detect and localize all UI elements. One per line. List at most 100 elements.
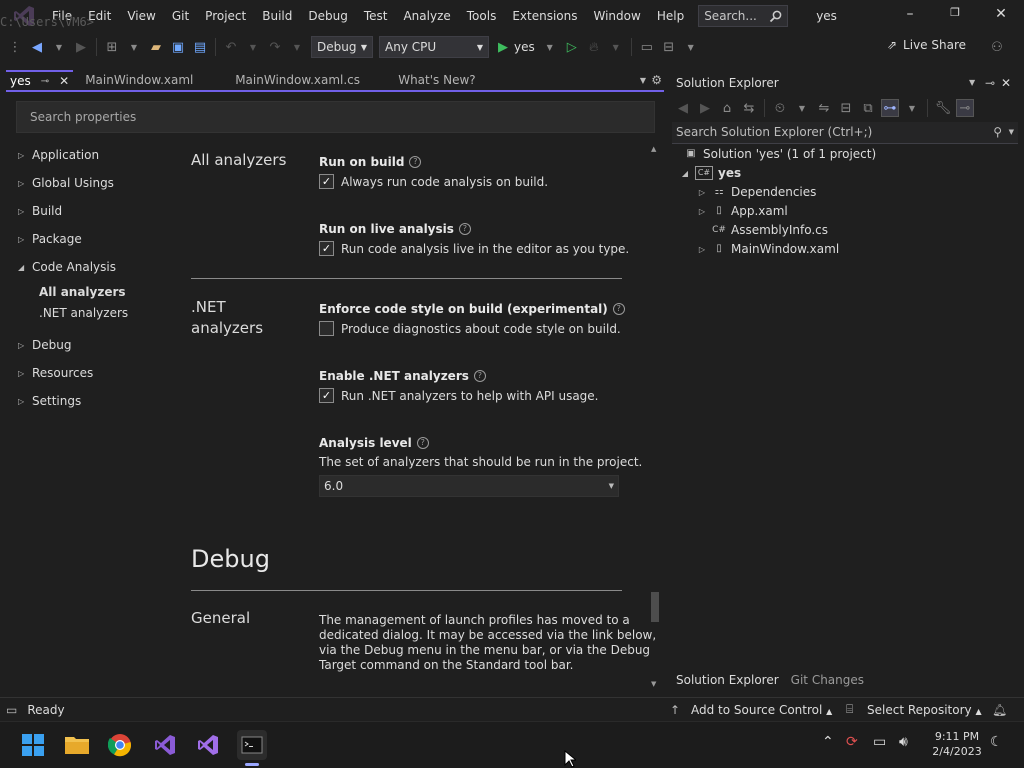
menu-help[interactable]: Help	[649, 9, 692, 23]
start-debugging-icon[interactable]: ▶	[494, 38, 512, 56]
chevron-down-icon[interactable]: ▼	[50, 38, 68, 56]
focus-assist-icon[interactable]: ☾	[990, 734, 1003, 750]
visual-studio-icon[interactable]	[193, 730, 223, 760]
run-on-live-checkbox[interactable]: ✓	[319, 241, 334, 256]
nav-item-global-usings[interactable]: ▷ Global Usings	[18, 176, 114, 190]
help-icon[interactable]: ?	[416, 437, 429, 449]
preview-selected-icon[interactable]: ⊸	[956, 99, 974, 117]
pin-icon[interactable]: ⊸	[985, 76, 995, 90]
nav-item-debug[interactable]: ▷ Debug	[18, 338, 71, 352]
tab-git-changes[interactable]: Git Changes	[785, 670, 870, 690]
menu-debug[interactable]: Debug	[300, 9, 355, 23]
save-icon[interactable]: ▣	[169, 38, 187, 56]
tree-item-dependencies[interactable]: ▷ ⚏ Dependencies	[697, 185, 816, 199]
menu-view[interactable]: View	[119, 9, 163, 23]
clock[interactable]: 9:11 PM 2/4/2023	[930, 729, 984, 759]
scroll-down-icon[interactable]: ▼	[651, 680, 656, 688]
chevron-down-icon[interactable]: ▼	[607, 38, 625, 56]
global-search-box[interactable]: Search...	[698, 5, 789, 27]
hot-reload-icon[interactable]: 🔥︎	[585, 38, 603, 56]
tree-item-app-xaml[interactable]: ▷ ▯ App.xaml	[697, 204, 788, 218]
minimize-icon[interactable]: –	[900, 6, 920, 26]
enforce-style-checkbox-row[interactable]: Produce diagnostics about code style on …	[319, 321, 621, 336]
switch-views-icon[interactable]: ⇆	[740, 99, 758, 117]
run-on-build-checkbox[interactable]: ✓	[319, 174, 334, 189]
chevron-up-icon[interactable]: ⌃	[822, 734, 834, 750]
tree-item-mainwindow-xaml[interactable]: ▷ ▯ MainWindow.xaml	[697, 242, 839, 256]
nav-item-build[interactable]: ▷ Build	[18, 204, 62, 218]
solution-explorer-search-input[interactable]: Search Solution Explorer (Ctrl+;) ⚲ ▼	[672, 122, 1018, 144]
menu-git[interactable]: Git	[164, 9, 197, 23]
visual-studio-icon[interactable]	[150, 730, 180, 760]
run-on-build-checkbox-row[interactable]: ✓ Always run code analysis on build.	[319, 174, 548, 189]
layout-icon[interactable]: ⊟	[660, 38, 678, 56]
browse-folder-icon[interactable]: ▭	[638, 38, 656, 56]
open-folder-icon[interactable]: ▰	[147, 38, 165, 56]
tab-mainwindow-xaml-cs[interactable]: MainWindow.xaml.cs	[223, 70, 386, 90]
tab-mainwindow-xaml[interactable]: MainWindow.xaml	[73, 70, 223, 90]
enable-net-analyzers-checkbox[interactable]: ✓	[319, 388, 334, 403]
nav-sub-net-analyzers[interactable]: .NET analyzers	[39, 306, 128, 320]
nav-item-application[interactable]: ▷ Application	[18, 148, 99, 162]
sync-icon[interactable]: ⇋	[815, 99, 833, 117]
properties-search-input[interactable]: Search properties	[16, 101, 655, 133]
run-target-label[interactable]: yes	[514, 40, 535, 54]
run-on-live-checkbox-row[interactable]: ✓ Run code analysis live in the editor as…	[319, 241, 629, 256]
forward-icon[interactable]: ▶	[72, 38, 90, 56]
chevron-down-icon[interactable]: ▼	[125, 38, 143, 56]
redo-icon[interactable]: ↷	[266, 38, 284, 56]
help-icon[interactable]: ?	[458, 223, 471, 235]
scroll-up-icon[interactable]: ▲	[651, 145, 656, 153]
file-explorer-icon[interactable]	[62, 730, 92, 760]
tree-item-assemblyinfo[interactable]: C# AssemblyInfo.cs	[697, 223, 828, 237]
undo-icon[interactable]: ↶	[222, 38, 240, 56]
chevron-down-icon[interactable]: ▼	[793, 99, 811, 117]
properties-scrollbar[interactable]: ▲ ▼	[651, 145, 659, 688]
forward-icon[interactable]: ▶	[696, 99, 714, 117]
windows-start-icon[interactable]	[18, 730, 48, 760]
collapse-all-icon[interactable]: ⊟	[837, 99, 855, 117]
close-icon[interactable]: ✕	[59, 74, 69, 88]
chevron-down-icon[interactable]: ▼	[969, 78, 975, 87]
scrollbar-thumb[interactable]	[651, 592, 659, 622]
tab-solution-explorer[interactable]: Solution Explorer	[670, 670, 785, 690]
new-project-icon[interactable]: ⊞	[103, 38, 121, 56]
home-icon[interactable]: ⌂	[718, 99, 736, 117]
nav-item-settings[interactable]: ▷ Settings	[18, 394, 81, 408]
menu-tools[interactable]: Tools	[459, 9, 505, 23]
help-icon[interactable]: ?	[612, 303, 625, 315]
menu-analyze[interactable]: Analyze	[395, 9, 458, 23]
volume-icon[interactable]: 🔊︎	[899, 734, 908, 750]
menu-extensions[interactable]: Extensions	[504, 9, 585, 23]
help-icon[interactable]: ?	[473, 370, 486, 382]
enforce-style-checkbox[interactable]	[319, 321, 334, 336]
feedback-icon[interactable]: ⚇	[988, 38, 1006, 56]
output-window-icon[interactable]: ▭	[6, 703, 17, 717]
gear-icon[interactable]: ⚙	[651, 73, 662, 87]
chevron-down-icon[interactable]: ▼	[903, 99, 921, 117]
chevron-down-icon[interactable]: ▼	[640, 76, 646, 85]
add-to-source-control-button[interactable]: Add to Source Control ▲	[691, 703, 832, 717]
configuration-dropdown[interactable]: Debug ▼	[311, 36, 373, 58]
chevron-down-icon[interactable]: ▼	[244, 38, 262, 56]
pending-changes-icon[interactable]: ⏲	[771, 99, 789, 117]
chrome-icon[interactable]	[105, 730, 135, 760]
save-all-icon[interactable]: ▤	[191, 38, 209, 56]
properties-wrench-icon[interactable]: 🔧︎	[934, 99, 952, 117]
tree-solution-node[interactable]: ▣ Solution 'yes' (1 of 1 project)	[684, 147, 876, 161]
chevron-down-icon[interactable]: ▼	[682, 38, 700, 56]
menu-project[interactable]: Project	[197, 9, 254, 23]
filter-icon[interactable]: ⊶	[881, 99, 899, 117]
close-icon[interactable]: ✕	[1001, 76, 1011, 90]
nav-item-code-analysis[interactable]: ◢ Code Analysis	[18, 260, 116, 274]
nav-item-resources[interactable]: ▷ Resources	[18, 366, 93, 380]
analysis-level-dropdown[interactable]: 6.0 ▼	[319, 475, 619, 497]
live-share-button[interactable]: ⇗ Live Share	[887, 38, 966, 52]
start-without-debugging-icon[interactable]: ▷	[563, 38, 581, 56]
menu-test[interactable]: Test	[356, 9, 396, 23]
menu-window[interactable]: Window	[586, 9, 649, 23]
back-icon[interactable]: ◀	[28, 38, 46, 56]
platform-dropdown[interactable]: Any CPU ▼	[379, 36, 489, 58]
tab-whats-new[interactable]: What's New?	[386, 70, 487, 90]
nav-item-package[interactable]: ▷ Package	[18, 232, 82, 246]
